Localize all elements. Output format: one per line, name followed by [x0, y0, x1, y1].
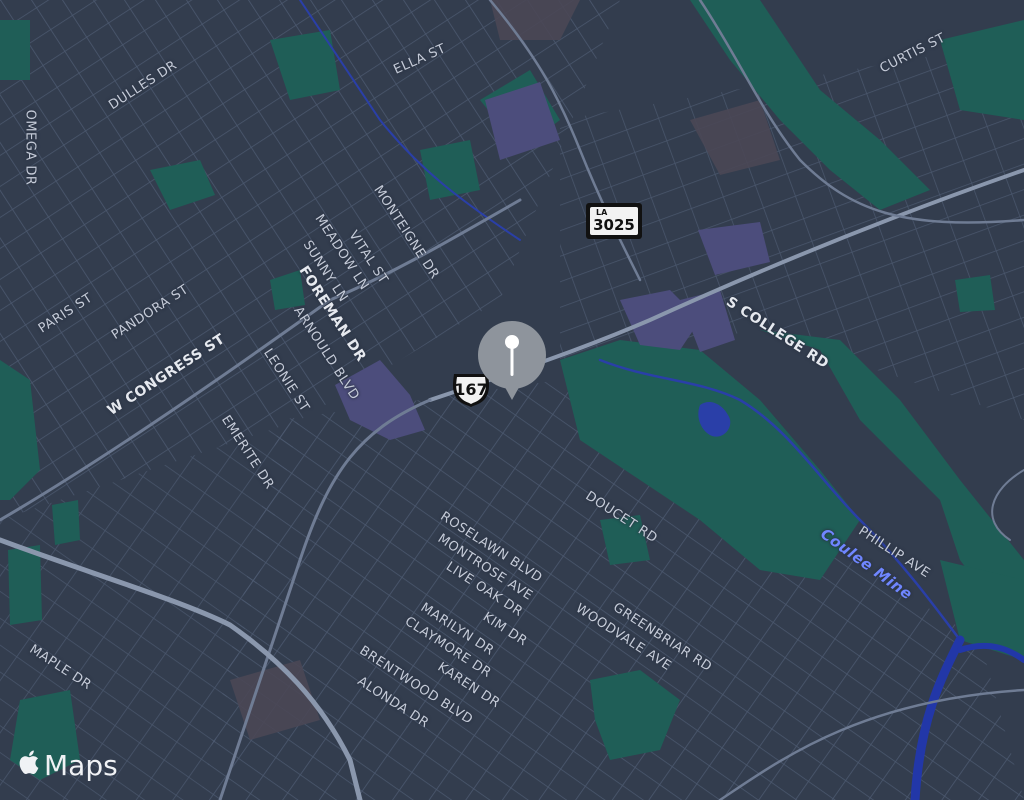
- maps-attribution-label: Maps: [44, 749, 118, 782]
- state-route-shield: LA 3025: [586, 203, 642, 239]
- state-route-number: 3025: [593, 216, 635, 234]
- maps-attribution: Maps: [16, 748, 118, 783]
- location-pin-icon[interactable]: [477, 320, 549, 402]
- apple-logo-icon: [16, 748, 40, 783]
- road-label-omega-dr: OMEGA DR: [22, 109, 38, 186]
- map-canvas[interactable]: ELLA ST CURTIS ST DULLES DR OMEGA DR MON…: [0, 0, 1024, 800]
